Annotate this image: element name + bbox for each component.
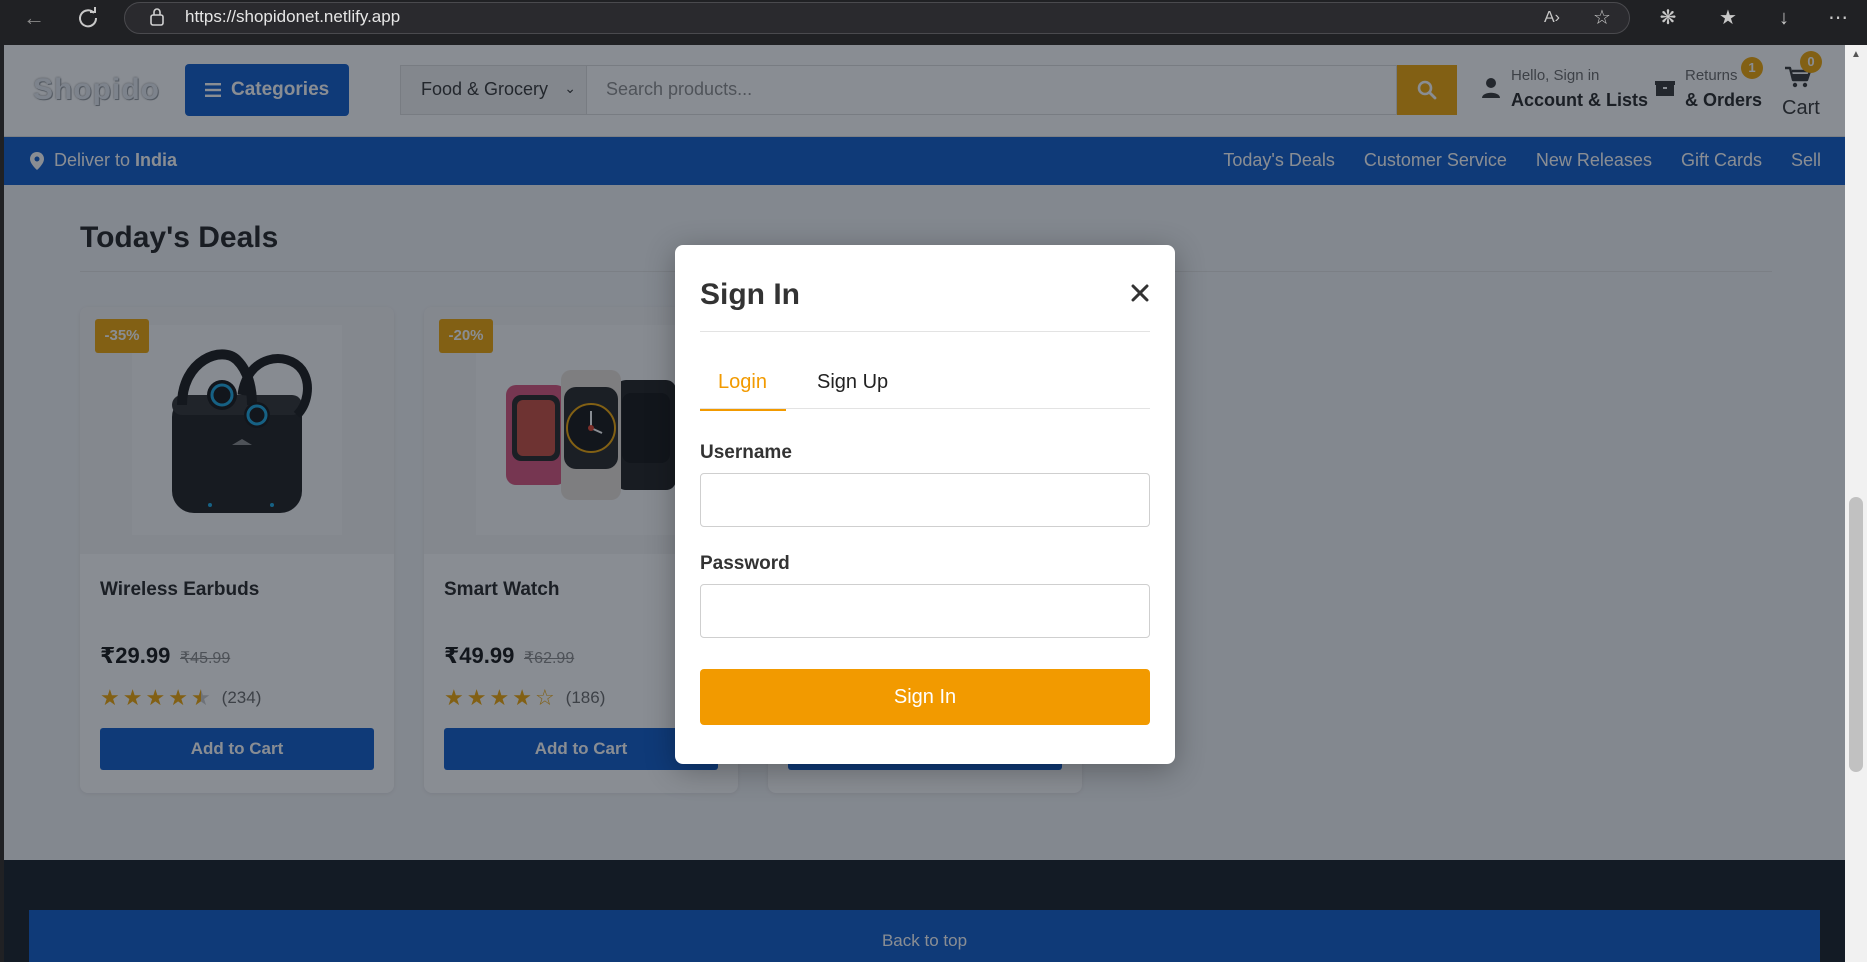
username-field[interactable]	[700, 473, 1150, 527]
downloads-icon[interactable]: ↓	[1772, 6, 1796, 30]
browser-toolbar: ← https://shopidonet.netlify.app A› ☆ ❋ …	[0, 0, 1867, 36]
refresh-icon[interactable]	[74, 4, 102, 32]
extensions-icon[interactable]: ❋	[1656, 6, 1680, 30]
sign-in-modal: Sign In Login Sign Up Username Password …	[675, 245, 1175, 764]
read-aloud-icon[interactable]: A›	[1540, 6, 1564, 30]
active-tab-indicator	[700, 409, 786, 411]
username-label: Username	[700, 442, 792, 463]
more-icon[interactable]: ⋯	[1826, 6, 1850, 30]
tab-sign-up[interactable]: Sign Up	[817, 371, 888, 394]
scroll-up-arrow-icon[interactable]: ▲	[1851, 49, 1861, 60]
favorite-star-icon[interactable]: ☆	[1590, 6, 1614, 30]
favorites-icon[interactable]: ★	[1716, 6, 1740, 30]
sign-in-button[interactable]: Sign In	[700, 669, 1150, 725]
scrollbar-thumb[interactable]	[1849, 497, 1863, 772]
url-text: https://shopidonet.netlify.app	[185, 7, 401, 26]
close-icon[interactable]	[1128, 281, 1152, 305]
back-icon[interactable]: ←	[20, 4, 48, 32]
password-label: Password	[700, 553, 790, 574]
modal-divider	[700, 331, 1150, 332]
password-field[interactable]	[700, 584, 1150, 638]
lock-icon	[150, 8, 164, 26]
modal-title: Sign In	[700, 278, 800, 311]
page-scrollbar[interactable]: ▲	[1845, 45, 1867, 962]
tab-login[interactable]: Login	[718, 371, 767, 394]
